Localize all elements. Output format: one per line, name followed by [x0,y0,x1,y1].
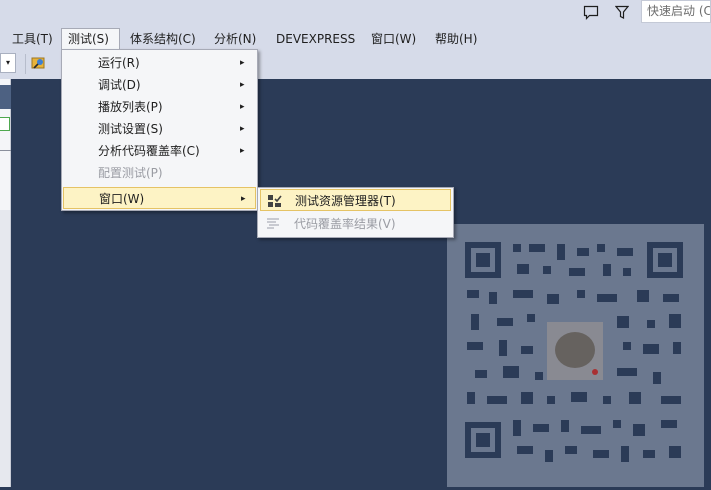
submenu-arrow-icon: ▸ [240,146,245,156]
menu-item-analyze-coverage[interactable]: 分析代码覆盖率(C) ▸ [62,140,257,162]
menu-item-label: 分析代码覆盖率(C) [98,144,200,158]
menu-item-test-settings[interactable]: 测试设置(S) ▸ [62,118,257,140]
menu-window[interactable]: 窗口(W) [365,28,422,50]
menu-item-label: 调试(D) [98,78,141,92]
menu-bar: 工具(T) 测试(S) 体系结构(C) 分析(N) DEVEXPRESS 窗口(… [0,26,711,50]
solution-config-combo[interactable]: ▾ [0,53,16,73]
menu-item-label: 代码覆盖率结果(V) [294,217,396,231]
find-in-files-icon[interactable] [30,55,48,71]
window-submenu: 测试资源管理器(T) 代码覆盖率结果(V) [257,187,454,238]
speech-bubble-icon[interactable] [581,3,601,21]
funnel-icon[interactable] [612,3,632,21]
test-explorer-icon [266,193,282,209]
code-coverage-icon [265,216,281,232]
title-bar: 快速启动 (C [0,0,711,26]
submenu-arrow-icon: ▸ [240,58,245,68]
submenu-arrow-icon: ▸ [240,102,245,112]
menu-item-label: 运行(R) [98,56,140,70]
menu-item-label: 配置测试(P) [98,166,163,180]
menu-item-playlist[interactable]: 播放列表(P) ▸ [62,96,257,118]
menu-devexpress[interactable]: DEVEXPRESS [270,28,361,50]
submenu-arrow-icon: ▸ [241,194,246,204]
menu-item-window[interactable]: 窗口(W) ▸ [63,187,256,209]
quick-launch-input[interactable]: 快速启动 (C [641,0,711,23]
menu-item-label: 测试资源管理器(T) [295,194,396,208]
menu-item-debug[interactable]: 调试(D) ▸ [62,74,257,96]
menu-item-code-coverage-results: 代码覆盖率结果(V) [260,213,451,235]
menu-tools[interactable]: 工具(T) [6,28,59,50]
menu-help[interactable]: 帮助(H) [429,28,483,50]
submenu-arrow-icon: ▸ [240,124,245,134]
menu-item-label: 播放列表(P) [98,100,163,114]
menu-architecture[interactable]: 体系结构(C) [124,28,202,50]
side-panel-filter[interactable] [0,117,10,131]
submenu-arrow-icon: ▸ [240,80,245,90]
menu-item-run[interactable]: 运行(R) ▸ [62,52,257,74]
side-panel-divider [0,150,11,151]
toolbar-separator [25,54,26,74]
menu-item-configure-test: 配置测试(P) [62,162,257,184]
qr-code-overlay [447,224,704,487]
side-panel-scrollbar[interactable] [0,210,10,487]
menu-item-label: 窗口(W) [99,192,145,206]
menu-item-label: 测试设置(S) [98,122,163,136]
side-panel-header[interactable] [0,85,11,109]
menu-analyze[interactable]: 分析(N) [208,28,262,50]
menu-item-test-explorer[interactable]: 测试资源管理器(T) [260,189,451,211]
test-menu-dropdown: 运行(R) ▸ 调试(D) ▸ 播放列表(P) ▸ 测试设置(S) ▸ 分析代码… [61,49,258,211]
menu-test[interactable]: 测试(S) [61,28,120,50]
